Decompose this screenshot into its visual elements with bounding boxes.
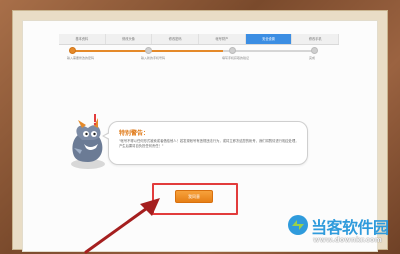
step-dot-1 bbox=[69, 47, 76, 54]
step-label-4: 完成 bbox=[309, 56, 316, 60]
site-watermark: 当客软件园 www.downkr.com bbox=[287, 213, 397, 253]
site-logo-icon bbox=[288, 215, 308, 235]
tab-avatar[interactable]: 修改头像 bbox=[106, 34, 153, 44]
tab-profile[interactable]: 基本资料 bbox=[59, 34, 106, 44]
red-arrow bbox=[84, 198, 160, 254]
step-label-3: 填写手机获取的验证 bbox=[222, 56, 250, 60]
tab-assets[interactable]: 帐号财产 bbox=[199, 34, 246, 44]
step-dot-3 bbox=[229, 47, 236, 54]
step-dot-2 bbox=[145, 47, 152, 54]
step-dot-4 bbox=[311, 47, 318, 54]
tab-phone[interactable]: 修改手机 bbox=[292, 34, 340, 44]
account-tabs: 基本资料 修改头像 修改密码 帐号财产 安全设置 修改手机 bbox=[59, 34, 340, 45]
tab-password[interactable]: 修改密码 bbox=[152, 34, 200, 44]
agree-button[interactable]: 我同意 bbox=[175, 190, 213, 203]
progress-steps: 输入需要修改的密码 输入新的手机号码 填写手机获取的验证 完成 bbox=[67, 46, 319, 64]
tab-security[interactable]: 安全设置 bbox=[245, 34, 293, 44]
site-name: 当客软件园 bbox=[311, 218, 389, 237]
warning-title: 特别警告： bbox=[119, 130, 150, 137]
step-label-1: 输入需要修改的密码 bbox=[67, 56, 95, 60]
warning-bubble: 特别警告： "帐号不得以任何形式被卖或者借给他人！若发现帐号有违规违法行为，或将… bbox=[102, 121, 308, 165]
progress-line-pending bbox=[223, 50, 315, 52]
site-url: www.downkr.com bbox=[313, 236, 382, 244]
warning-text: "帐号不得以任何形式被卖或者借给他人！若发现帐号有违规违法行为，或将立即冻结您的… bbox=[119, 139, 299, 149]
warning-mascot-icon bbox=[71, 114, 105, 169]
step-label-2: 输入新的手机号码 bbox=[141, 56, 166, 60]
